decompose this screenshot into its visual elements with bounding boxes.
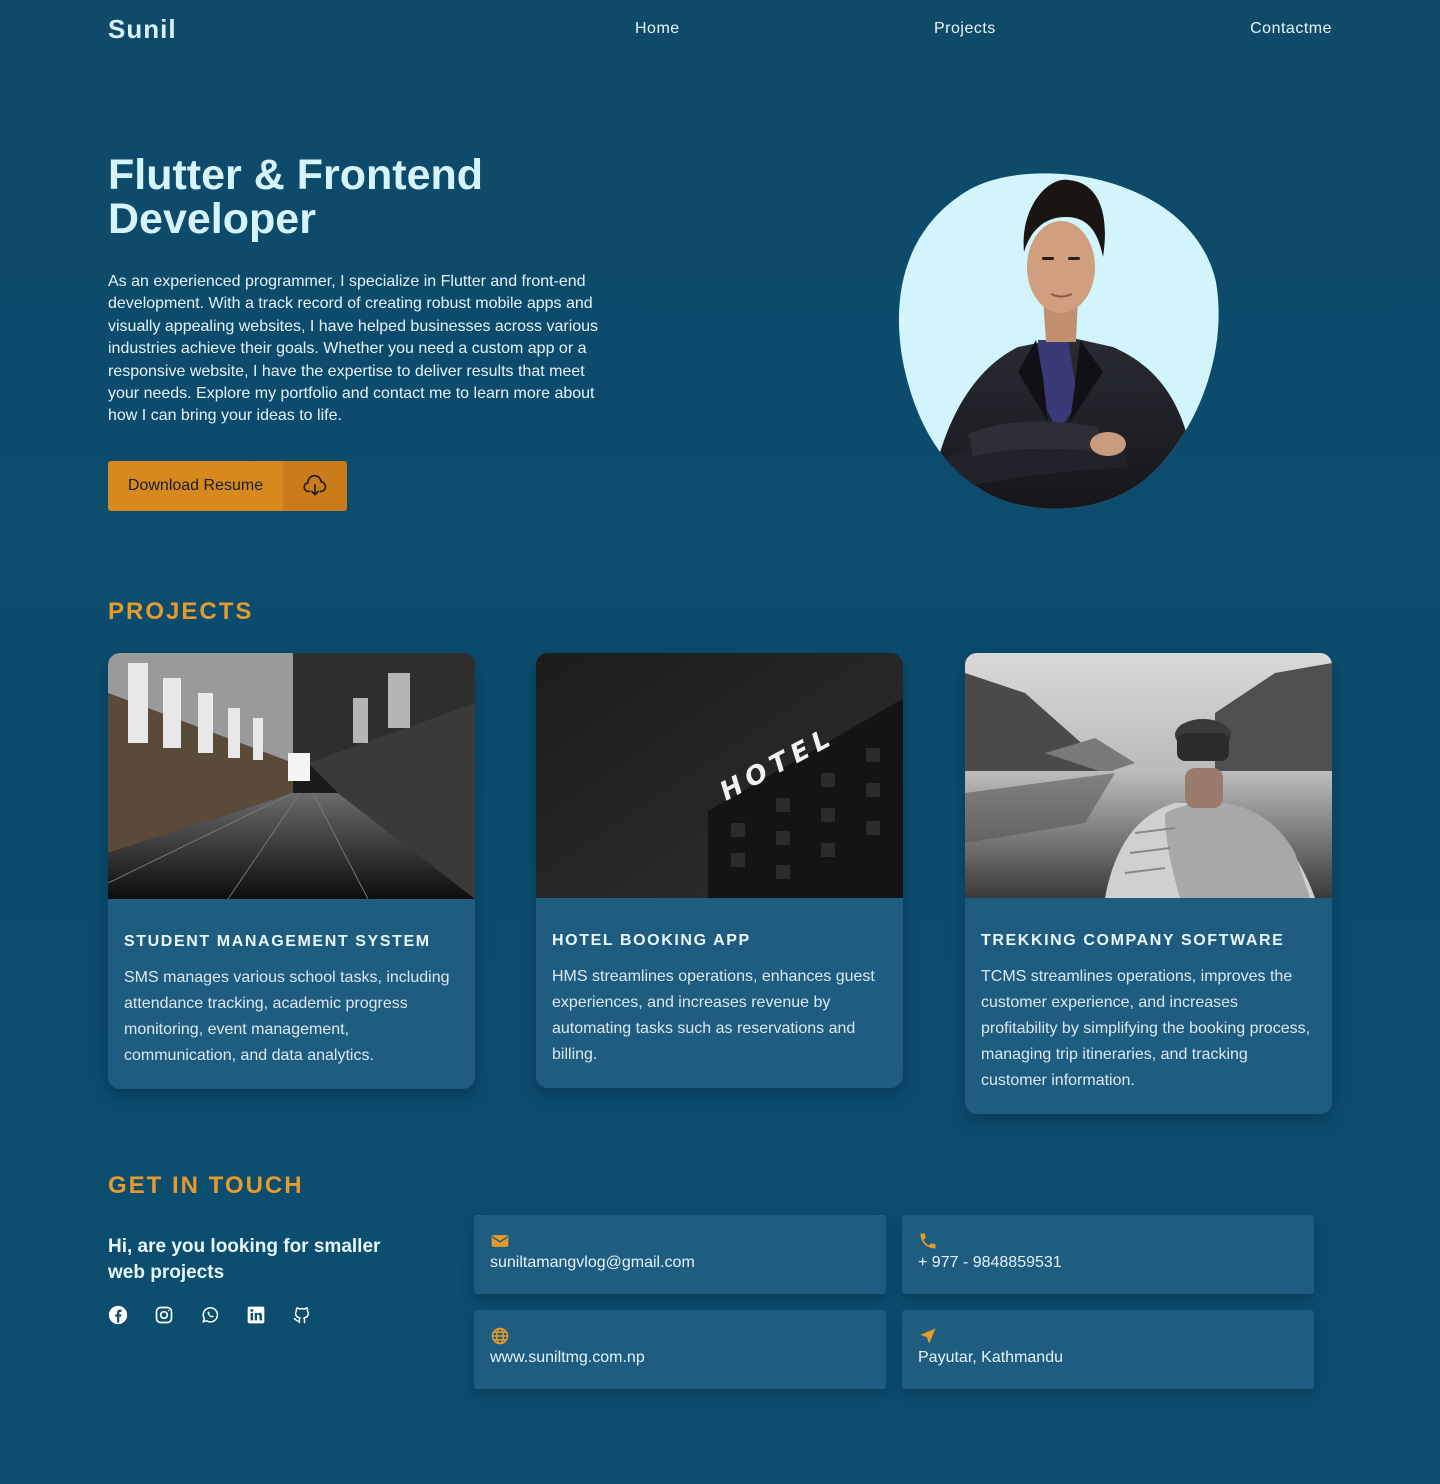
project-title: TREKKING COMPANY SOFTWARE bbox=[981, 932, 1285, 949]
github-icon[interactable] bbox=[292, 1305, 312, 1325]
contact-location: Payutar, Kathmandu bbox=[918, 1349, 1063, 1366]
facebook-icon[interactable] bbox=[108, 1305, 128, 1325]
contact-phone[interactable]: + 977 - 9848859531 bbox=[918, 1254, 1298, 1272]
project-description: TCMS streamlines operations, improves th… bbox=[981, 968, 1311, 1089]
contact-website[interactable]: www.suniltmg.com.np bbox=[490, 1349, 870, 1367]
project-description: HMS streamlines operations, enhances gue… bbox=[552, 968, 875, 1063]
get-in-touch-heading: GET IN TOUCH bbox=[108, 1172, 304, 1199]
location-arrow-icon bbox=[918, 1326, 1298, 1346]
contact-lead-text: Hi, are you looking for smaller web proj… bbox=[108, 1236, 381, 1283]
site-logo[interactable]: Sunil bbox=[108, 14, 177, 45]
contact-email-card[interactable]: suniltamangvlog@gmail.com bbox=[474, 1215, 886, 1294]
cloud-download-icon bbox=[283, 461, 347, 511]
project-title: HOTEL BOOKING APP bbox=[552, 932, 751, 949]
contact-phone-card[interactable]: + 977 - 9848859531 bbox=[902, 1215, 1314, 1294]
globe-icon bbox=[490, 1326, 870, 1346]
whatsapp-icon[interactable] bbox=[200, 1305, 220, 1325]
project-card[interactable]: STUDENT MANAGEMENT SYSTEM SMS manages va… bbox=[108, 653, 475, 1089]
project-title: STUDENT MANAGEMENT SYSTEM bbox=[124, 933, 431, 950]
project-image-school-corridor bbox=[108, 653, 475, 899]
social-links bbox=[108, 1305, 312, 1325]
hero-title: Flutter & Frontend Developer bbox=[108, 151, 484, 243]
project-description: SMS manages various school tasks, includ… bbox=[124, 969, 450, 1064]
hero-description: As an experienced programmer, I speciali… bbox=[108, 273, 599, 425]
project-card[interactable]: TREKKING COMPANY SOFTWARE TCMS streamlin… bbox=[965, 653, 1332, 1114]
project-image-trekker-lake bbox=[965, 653, 1332, 898]
contact-email[interactable]: suniltamangvlog@gmail.com bbox=[490, 1254, 870, 1272]
download-resume-label: Download Resume bbox=[108, 461, 283, 511]
contact-location-card[interactable]: Payutar, Kathmandu bbox=[902, 1310, 1314, 1389]
project-card[interactable]: HOTEL HOTEL BOOKING APP HMS streamlines … bbox=[536, 653, 903, 1088]
mail-icon bbox=[490, 1231, 870, 1251]
linkedin-icon[interactable] bbox=[246, 1305, 266, 1325]
top-nav: Sunil Home Projects Contactme bbox=[108, 12, 1332, 46]
phone-icon bbox=[918, 1231, 1298, 1251]
download-resume-button[interactable]: Download Resume bbox=[108, 461, 347, 511]
nav-link-projects[interactable]: Projects bbox=[934, 20, 996, 38]
nav-link-contactme[interactable]: Contactme bbox=[1250, 20, 1332, 38]
projects-heading: PROJECTS bbox=[108, 598, 254, 625]
project-image-hotel: HOTEL bbox=[536, 653, 903, 898]
profile-avatar bbox=[898, 172, 1220, 510]
nav-link-home[interactable]: Home bbox=[635, 20, 680, 38]
contact-website-card[interactable]: www.suniltmg.com.np bbox=[474, 1310, 886, 1389]
instagram-icon[interactable] bbox=[154, 1305, 174, 1325]
